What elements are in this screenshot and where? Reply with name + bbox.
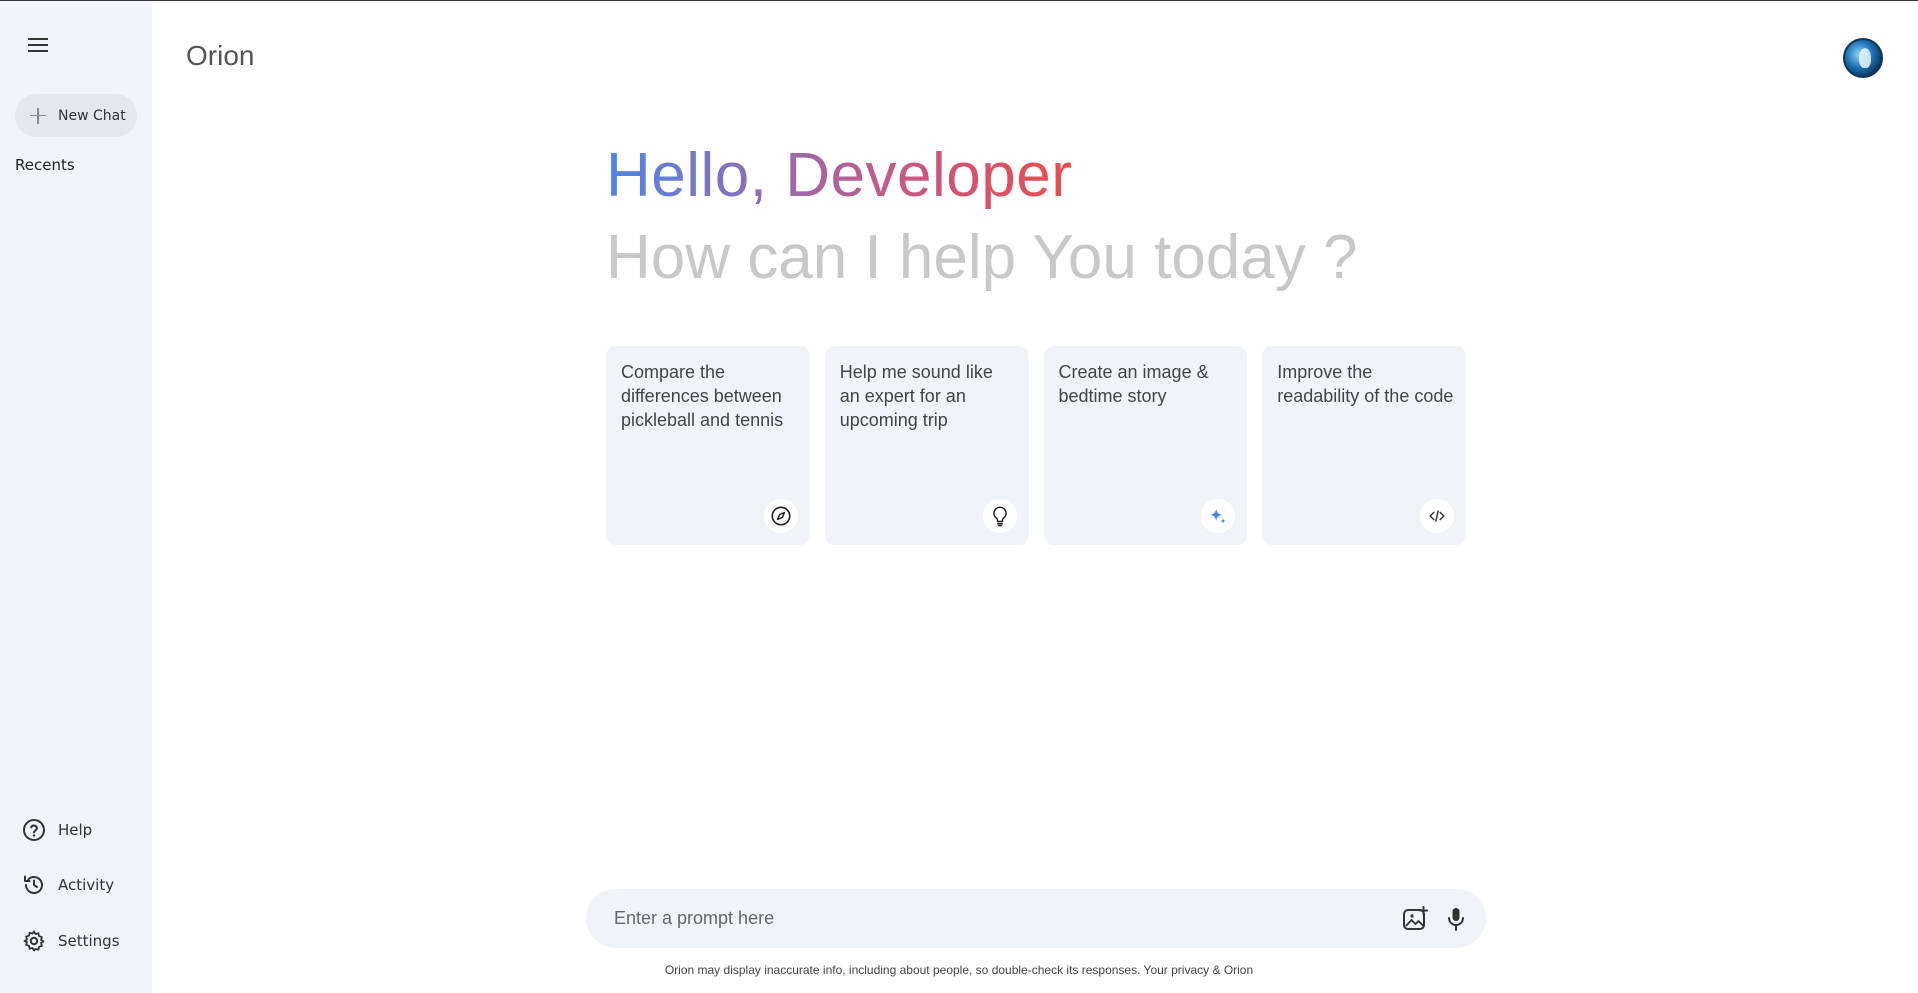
suggestion-card[interactable]: Help me sound like an expert for an upco…: [824, 346, 1029, 545]
prompt-input[interactable]: [614, 903, 1354, 933]
suggestion-text: Compare the differences between pickleba…: [621, 362, 784, 430]
avatar[interactable]: [1843, 38, 1883, 78]
compass-icon: [763, 499, 798, 533]
lightbulb-icon: [982, 499, 1017, 533]
sidebar-item-label: Settings: [58, 932, 120, 950]
microphone-icon[interactable]: [1444, 905, 1468, 933]
suggestion-card[interactable]: Improve the readability of the code: [1262, 346, 1466, 545]
sidebar-item-settings[interactable]: Settings: [22, 929, 120, 953]
greeting-heading: Hello, Developer: [606, 141, 1073, 210]
prompt-bar: [586, 889, 1486, 948]
recents-heading: Recents: [15, 156, 75, 174]
disclaimer-text: Orion may display inaccurate info, inclu…: [664, 963, 1254, 977]
code-icon: [1420, 499, 1454, 533]
plus-icon: [30, 107, 46, 124]
menu-icon[interactable]: [28, 34, 58, 58]
sidebar-item-help[interactable]: Help: [22, 818, 92, 842]
sparkle-icon: [1201, 499, 1236, 533]
suggestion-text: Improve the readability of the code: [1277, 362, 1454, 406]
suggestion-card[interactable]: Create an image & bedtime story: [1043, 346, 1248, 545]
gear-icon: [23, 930, 45, 952]
suggestion-cards: Compare the differences between pickleba…: [606, 346, 1466, 545]
history-icon: [24, 875, 43, 894]
new-chat-label: New Chat: [58, 107, 126, 124]
image-upload-icon[interactable]: [1401, 905, 1429, 933]
sidebar: New Chat Recents Help Activity Settings: [0, 1, 152, 993]
app-title: Orion: [186, 40, 255, 71]
sidebar-item-label: Help: [58, 821, 93, 839]
new-chat-button[interactable]: New Chat: [15, 94, 137, 137]
suggestion-text: Help me sound like an expert for an upco…: [839, 362, 993, 430]
sidebar-item-label: Activity: [58, 876, 115, 894]
footer-disclaimer-wrap: Orion may display inaccurate info, inclu…: [0, 963, 1918, 977]
suggestion-card[interactable]: Compare the differences between pickleba…: [606, 346, 810, 545]
help-icon: [23, 819, 45, 841]
sidebar-item-activity[interactable]: Activity: [22, 873, 114, 897]
suggestion-text: Create an image & bedtime story: [1058, 362, 1209, 406]
window-top-border: [0, 0, 1918, 1]
greeting-subtitle: How can I help You today ?: [606, 223, 1358, 292]
